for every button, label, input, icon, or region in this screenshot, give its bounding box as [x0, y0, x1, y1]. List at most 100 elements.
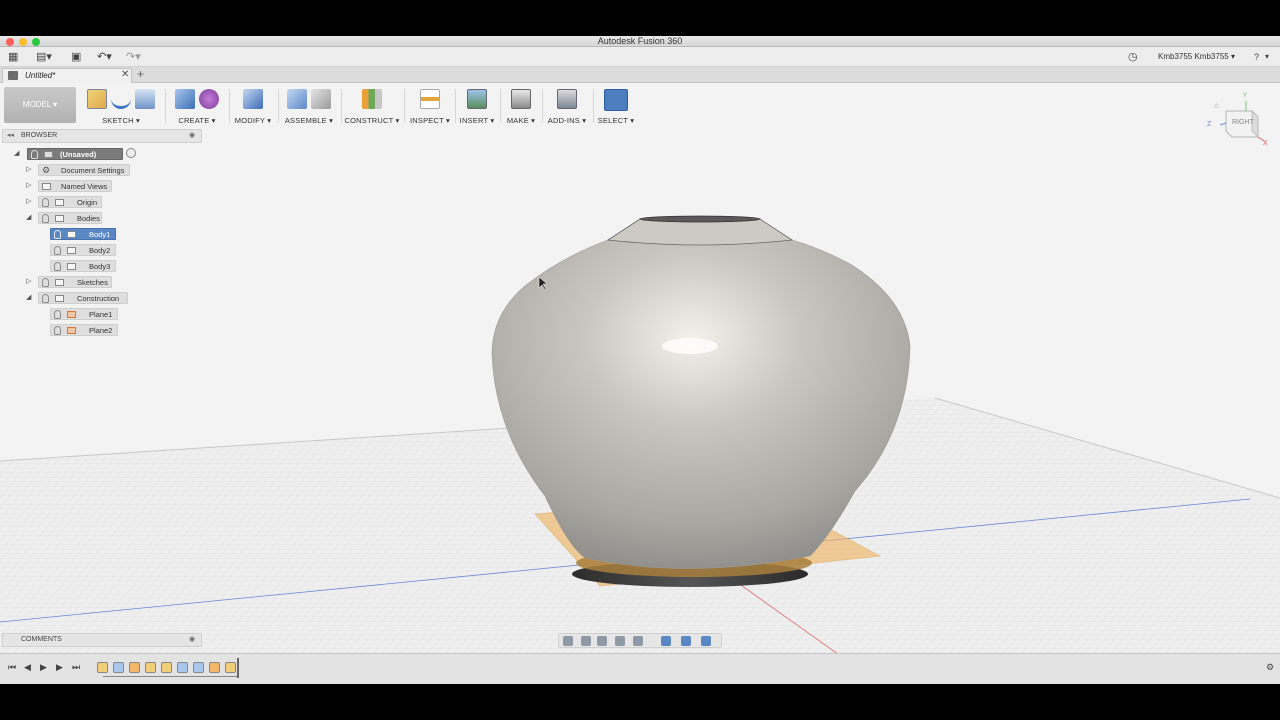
modify-menu-label[interactable]: MODIFY ▾	[232, 116, 274, 125]
visibility-bulb-icon[interactable]	[54, 230, 61, 239]
tree-node[interactable]: Origin	[38, 196, 102, 208]
comments-panel-header[interactable]: COMMENTS ◉	[2, 633, 202, 647]
step-forward-icon[interactable]: ▶	[56, 662, 63, 673]
joint-icon[interactable]	[311, 89, 331, 109]
new-component-icon[interactable]	[287, 89, 307, 109]
play-icon[interactable]: ▶	[40, 662, 47, 673]
grid-settings-icon[interactable]	[681, 636, 691, 646]
visibility-bulb-icon[interactable]	[54, 326, 61, 335]
browser-collapse-icon[interactable]: ◂◂	[7, 131, 14, 139]
tree-item-named-views[interactable]: ▷ Named Views	[26, 180, 126, 192]
tree-item-plane2[interactable]: Plane2	[50, 324, 122, 336]
assemble-menu-label[interactable]: ASSEMBLE ▾	[281, 116, 337, 125]
3d-print-icon[interactable]	[511, 89, 531, 109]
job-status-clock-icon[interactable]: ◷	[1128, 51, 1138, 63]
timeline-settings-gear-icon[interactable]: ⚙	[1266, 662, 1274, 673]
viewcube[interactable]: RIGHT Z X Y ⌂	[1207, 93, 1268, 153]
addins-group[interactable]: ADD-INS ▾	[545, 87, 589, 125]
pan-icon[interactable]	[597, 636, 607, 646]
expand-arrow-icon[interactable]: ▷	[26, 197, 31, 205]
tree-node[interactable]: Body2	[50, 244, 116, 256]
make-group[interactable]: MAKE ▾	[503, 87, 539, 125]
zoom-icon[interactable]	[615, 636, 625, 646]
create-sketch-icon[interactable]	[87, 89, 107, 109]
press-pull-icon[interactable]	[243, 89, 263, 109]
go-to-end-icon[interactable]: ⏭	[72, 662, 80, 673]
expand-arrow-icon[interactable]: ▷	[26, 165, 31, 173]
timeline-sketch-feature[interactable]	[225, 662, 236, 673]
make-menu-label[interactable]: MAKE ▾	[503, 116, 539, 125]
data-panel-grid-icon[interactable]: ▦	[8, 51, 18, 63]
timeline-revolve-feature[interactable]	[113, 662, 124, 673]
assemble-group[interactable]: ASSEMBLE ▾	[281, 87, 337, 125]
inspect-group[interactable]: INSPECT ▾	[408, 87, 452, 125]
tree-item-plane1[interactable]: Plane1	[50, 308, 122, 320]
expand-arrow-icon[interactable]: ◢	[14, 149, 19, 157]
stop-sketch-icon[interactable]	[135, 89, 155, 109]
tree-item-body2[interactable]: Body2	[50, 244, 120, 256]
timeline-sketch-feature[interactable]	[145, 662, 156, 673]
tree-node[interactable]: Plane2	[50, 324, 118, 336]
sketch-group[interactable]: SKETCH ▾	[80, 87, 162, 125]
tree-node-unsaved[interactable]: (Unsaved)	[27, 148, 123, 160]
tree-node[interactable]: Named Views	[38, 180, 112, 192]
help-dropdown-icon[interactable]: ▾	[1265, 51, 1269, 63]
timeline-marker[interactable]	[237, 658, 239, 678]
visibility-bulb-icon[interactable]	[54, 262, 61, 271]
tree-item-sketches[interactable]: ▷ Sketches	[26, 276, 126, 288]
timeline-sketch-feature[interactable]	[97, 662, 108, 673]
user-account-menu[interactable]: Kmb3755 Kmb3755 ▾	[1158, 52, 1235, 61]
construct-group[interactable]: CONSTRUCT ▾	[344, 87, 400, 125]
save-icon[interactable]: ▣	[71, 51, 81, 63]
inspect-menu-label[interactable]: INSPECT ▾	[408, 116, 452, 125]
go-to-start-icon[interactable]: ⏮	[8, 662, 16, 673]
modify-group[interactable]: MODIFY ▾	[232, 87, 274, 125]
redo-icon[interactable]: ↷▾	[126, 51, 141, 63]
tree-item-document-settings[interactable]: ▷ ⚙ Document Settings	[26, 164, 136, 176]
visibility-bulb-icon[interactable]	[42, 278, 49, 287]
close-tab-icon[interactable]: ✕	[121, 69, 129, 80]
visibility-bulb-icon[interactable]	[42, 198, 49, 207]
visibility-bulb-icon[interactable]	[42, 294, 49, 303]
tree-item-body3[interactable]: Body3	[50, 260, 120, 272]
tree-item-construction[interactable]: ◢ Construction	[26, 292, 136, 304]
help-icon[interactable]: ?	[1254, 51, 1259, 63]
construct-menu-label[interactable]: CONSTRUCT ▾	[344, 116, 400, 125]
visibility-bulb-icon[interactable]	[31, 150, 38, 159]
tree-node[interactable]: Construction	[38, 292, 128, 304]
tree-node[interactable]: Bodies	[38, 212, 102, 224]
tree-node-selected[interactable]: Body1	[50, 228, 116, 240]
measure-icon[interactable]	[420, 89, 440, 109]
tree-item-root[interactable]: ◢ (Unsaved)	[14, 148, 136, 160]
create-group[interactable]: CREATE ▾	[168, 87, 226, 125]
scripts-addins-icon[interactable]	[557, 89, 577, 109]
new-tab-button[interactable]: +	[137, 68, 144, 80]
workspace-switcher[interactable]: MODEL ▾	[4, 87, 76, 123]
comments-pin-icon[interactable]: ◉	[189, 635, 195, 643]
activate-radio-icon[interactable]	[126, 148, 136, 158]
timeline-plane-feature[interactable]	[209, 662, 220, 673]
tree-node[interactable]: ⚙ Document Settings	[38, 164, 130, 176]
document-tab-untitled[interactable]: Untitled* ✕	[2, 68, 132, 83]
display-settings-icon[interactable]	[661, 636, 671, 646]
home-view-icon[interactable]: ⌂	[1214, 101, 1219, 110]
select-menu-label[interactable]: SELECT ▾	[596, 116, 636, 125]
orbit-icon[interactable]	[563, 636, 573, 646]
expand-arrow-icon[interactable]: ▷	[26, 277, 31, 285]
timeline-plane-feature[interactable]	[129, 662, 140, 673]
tree-node[interactable]: Sketches	[38, 276, 112, 288]
sketch-menu-label[interactable]: SKETCH ▾	[80, 116, 162, 125]
select-group[interactable]: SELECT ▾	[596, 87, 636, 125]
visibility-bulb-icon[interactable]	[54, 310, 61, 319]
fit-icon[interactable]	[633, 636, 643, 646]
timeline-extrude-feature[interactable]	[177, 662, 188, 673]
create-menu-label[interactable]: CREATE ▾	[168, 116, 226, 125]
tree-item-origin[interactable]: ▷ Origin	[26, 196, 116, 208]
visibility-bulb-icon[interactable]	[54, 246, 61, 255]
timeline-sketch-feature[interactable]	[161, 662, 172, 673]
insert-image-icon[interactable]	[467, 89, 487, 109]
tree-item-bodies[interactable]: ◢ Bodies	[26, 212, 116, 224]
collapse-arrow-icon[interactable]: ◢	[26, 213, 31, 221]
viewports-icon[interactable]	[701, 636, 711, 646]
insert-group[interactable]: INSERT ▾	[458, 87, 496, 125]
